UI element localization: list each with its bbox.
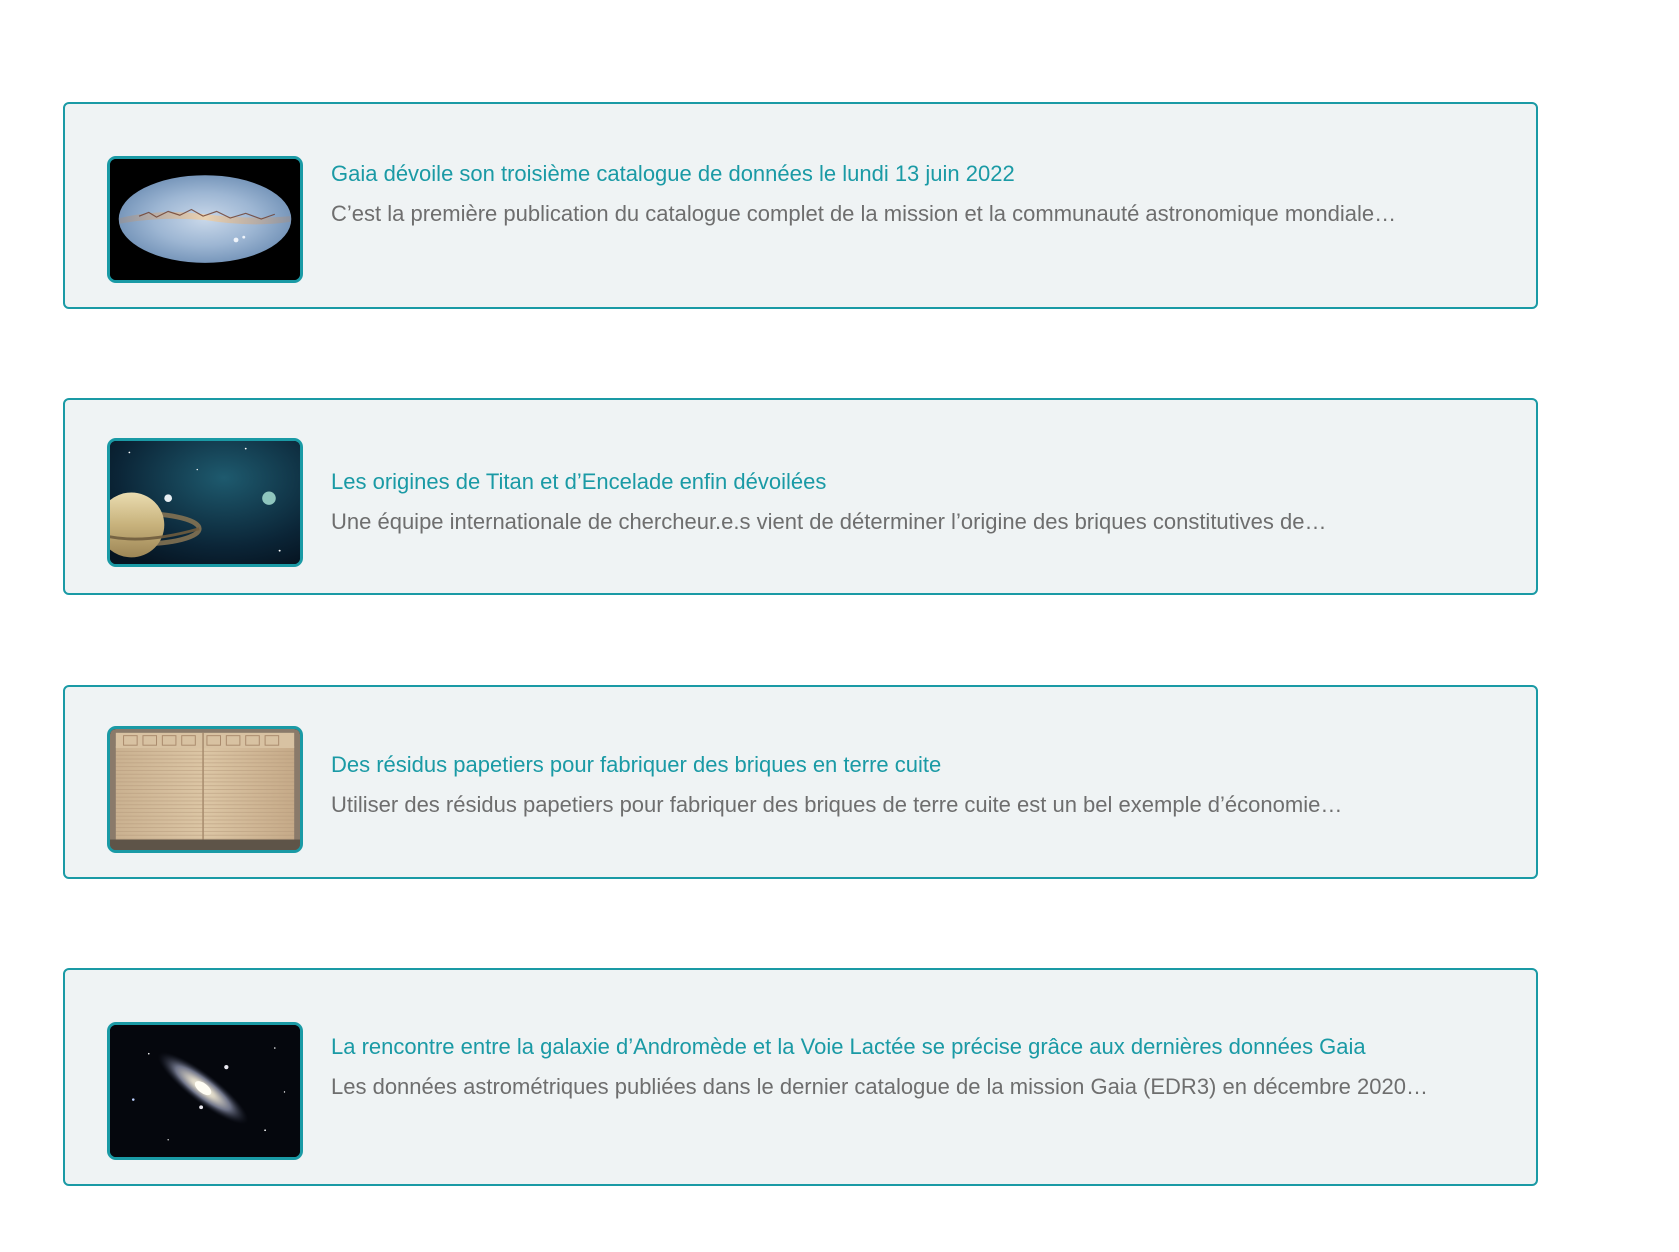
article-excerpt: Utiliser des résidus papetiers pour fabr… <box>331 792 1343 817</box>
article-title[interactable]: La rencontre entre la galaxie d’Andromèd… <box>331 1033 1506 1061</box>
andromeda-galaxy-image[interactable] <box>107 1022 303 1160</box>
article-excerpt: Les données astrométriques publiées dans… <box>331 1074 1428 1099</box>
clay-bricks-image[interactable] <box>107 726 303 853</box>
article-card[interactable]: Des résidus papetiers pour fabriquer des… <box>63 685 1538 879</box>
article-excerpt: Une équipe internationale de chercheur.e… <box>331 509 1327 534</box>
article-card[interactable]: La rencontre entre la galaxie d’Andromèd… <box>63 968 1538 1186</box>
article-card[interactable]: Les origines de Titan et d’Encelade enfi… <box>63 398 1538 595</box>
saturn-moons-image[interactable] <box>107 438 303 567</box>
article-card[interactable]: Gaia dévoile son troisième catalogue de … <box>63 102 1538 309</box>
milky-way-all-sky-map-image[interactable] <box>107 156 303 283</box>
article-title[interactable]: Les origines de Titan et d’Encelade enfi… <box>331 468 1506 496</box>
article-title[interactable]: Gaia dévoile son troisième catalogue de … <box>331 160 1506 188</box>
article-title[interactable]: Des résidus papetiers pour fabriquer des… <box>331 751 1506 779</box>
article-excerpt: C’est la première publication du catalog… <box>331 201 1397 226</box>
